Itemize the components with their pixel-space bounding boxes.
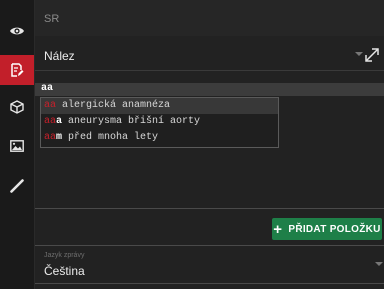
section-divider [35, 245, 384, 246]
language-value: Čeština [44, 264, 85, 278]
finding-select[interactable]: Nález [35, 36, 384, 71]
section-divider [35, 208, 384, 209]
measure-icon [10, 179, 24, 193]
chevron-down-icon[interactable] [375, 262, 383, 266]
image-tool-button[interactable] [0, 131, 34, 161]
plus-icon: + [273, 220, 283, 238]
autocomplete-match: aa [44, 116, 57, 127]
autocomplete-match: aa [44, 100, 57, 111]
autocomplete-match: aa [44, 132, 57, 143]
panel-header: SR [35, 0, 384, 36]
add-item-button[interactable]: + PŘIDAT POLOŽKU [272, 218, 382, 240]
autocomplete-text: před mnoha lety [62, 132, 159, 143]
report-panel: SR Nález aa aa alergická anamnéza aaa an… [35, 0, 384, 289]
3d-tool-button[interactable] [0, 92, 34, 122]
eye-icon [10, 27, 24, 35]
add-item-label: PŘIDAT POLOŽKU [288, 223, 381, 235]
autocomplete-list: aa alergická anamnéza aaa aneurysma břiš… [40, 97, 279, 148]
language-underline [35, 283, 384, 284]
finding-select-value: Nález [44, 49, 75, 63]
expand-icon[interactable] [363, 46, 381, 64]
autocomplete-item[interactable]: aa alergická anamnéza [41, 98, 278, 114]
tool-sidebar [0, 0, 35, 289]
report-text-input[interactable]: aa [35, 83, 384, 96]
autocomplete-item[interactable]: aaa aneurysma břišní aorty [41, 114, 278, 130]
language-label: Jazyk zprávy [44, 252, 85, 259]
autocomplete-item[interactable]: aam před mnoha lety [41, 130, 278, 146]
report-tool-button[interactable] [0, 55, 34, 85]
chevron-down-icon[interactable] [355, 52, 363, 56]
report-text-value: aa [41, 83, 54, 94]
image-icon [10, 140, 24, 152]
autocomplete-text: alergická anamnéza [56, 100, 171, 111]
cube-icon [10, 100, 24, 114]
measure-tool-button[interactable] [0, 171, 34, 201]
view-tool-button[interactable] [0, 16, 34, 46]
report-edit-icon [11, 63, 24, 77]
panel-title: SR [44, 13, 60, 25]
autocomplete-text: aneurysma břišní aorty [62, 116, 201, 127]
